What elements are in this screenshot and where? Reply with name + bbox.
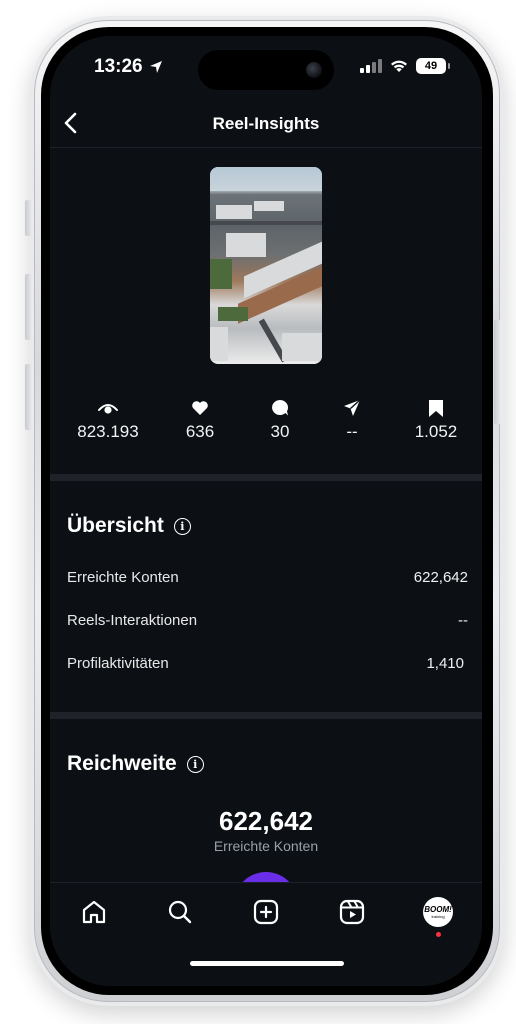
dynamic-island [198, 50, 334, 90]
wifi-icon [391, 60, 407, 72]
reel-stats: 823.193 636 30 -- 1.052 [50, 398, 482, 448]
row-value: -- [458, 612, 468, 629]
reach-number: 622,642 [219, 806, 313, 836]
header: Reel-Insights [50, 102, 482, 148]
row-label: Reels-Interaktionen [67, 612, 198, 629]
tab-create[interactable] [249, 895, 283, 929]
status-bar-time: 13:26 [94, 56, 163, 78]
stat-likes-value: 636 [185, 422, 215, 441]
mute-switch [25, 200, 33, 236]
bookmark-icon [429, 399, 443, 417]
volume-down-button [25, 364, 33, 430]
screen: 13:26 49 Reel-Insights 823.193 636 30 --… [50, 36, 482, 986]
overview-row-profile-activity[interactable]: Profilaktivitäten 1,410 [67, 655, 464, 672]
stat-saves-value: 1.052 [414, 422, 458, 441]
row-value: 1,410 [426, 655, 464, 672]
section-divider [50, 712, 482, 719]
stat-likes: 636 [155, 398, 245, 442]
heart-icon [192, 401, 208, 415]
send-icon [344, 399, 361, 416]
tab-home[interactable] [77, 895, 111, 929]
cellular-signal-icon [360, 59, 382, 73]
overview-row-reels-interactions[interactable]: Reels-Interaktionen -- [67, 612, 468, 629]
tab-reels[interactable] [335, 895, 369, 929]
overview-title: Übersicht [67, 514, 164, 537]
reach-header: Reichweite i [67, 752, 204, 776]
overview-row-reached-accounts[interactable]: Erreichte Konten 622,642 [67, 569, 468, 586]
bottom-tab-bar: BOOM! training [50, 882, 482, 986]
stat-shares: -- [307, 398, 397, 442]
reach-label: Erreichte Konten [213, 838, 319, 854]
front-camera [306, 62, 322, 78]
battery-icon: 49 [416, 58, 450, 74]
tab-profile[interactable]: BOOM! training [421, 895, 455, 937]
section-divider [50, 474, 482, 481]
home-icon [82, 900, 106, 924]
plus-square-icon [253, 899, 279, 925]
stat-views: 823.193 [63, 398, 153, 442]
stat-saves: 1.052 [391, 398, 481, 442]
location-arrow-icon [149, 61, 162, 73]
avatar-brand: BOOM! [424, 904, 452, 914]
tab-search[interactable] [163, 895, 197, 929]
search-icon [168, 900, 192, 924]
row-value: 622,642 [413, 569, 468, 586]
comment-icon [272, 399, 289, 416]
reach-title: Reichweite [67, 752, 177, 775]
stat-shares-value: -- [346, 422, 358, 441]
reel-thumbnail[interactable] [210, 167, 322, 364]
avatar-sub: training [431, 913, 445, 919]
time-label: 13:26 [94, 56, 143, 77]
notification-dot [436, 932, 441, 937]
avatar: BOOM! training [423, 897, 453, 927]
row-label: Profilaktivitäten [67, 655, 169, 672]
overview-header: Übersicht i [67, 514, 191, 538]
eye-icon [98, 404, 118, 414]
home-indicator [190, 961, 344, 966]
stat-views-value: 823.193 [77, 422, 139, 441]
reels-icon [339, 899, 365, 925]
row-label: Erreichte Konten [67, 569, 179, 586]
info-icon[interactable]: i [173, 517, 191, 535]
info-icon[interactable]: i [186, 755, 204, 773]
status-bar-indicators: 49 [360, 58, 450, 74]
power-button [494, 320, 502, 424]
page-title: Reel-Insights [212, 114, 320, 133]
volume-up-button [25, 274, 33, 340]
